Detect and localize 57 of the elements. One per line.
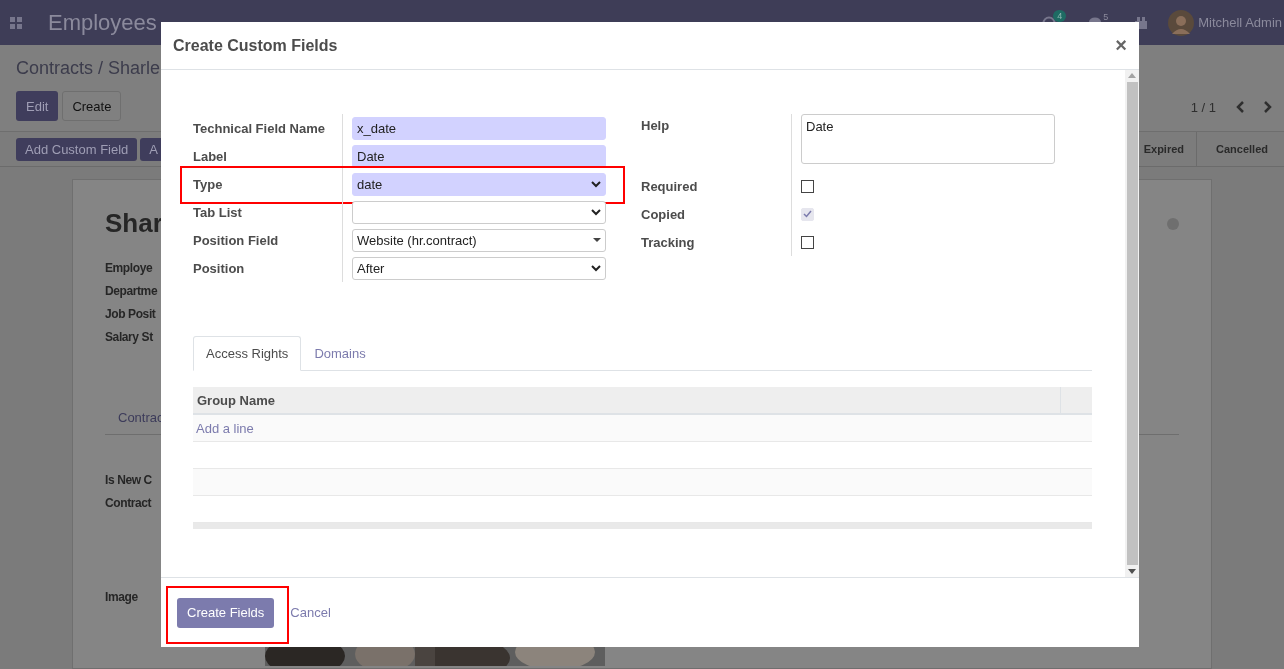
chevron-icon	[591, 180, 601, 188]
avatar-icon[interactable]	[1168, 9, 1195, 36]
field-label: Salary St	[105, 330, 153, 344]
cancel-link[interactable]: Cancel	[290, 605, 331, 620]
dialog-title: Create Custom Fields	[173, 36, 338, 55]
field-label: Is New C	[105, 473, 152, 487]
field-label: Label	[193, 148, 228, 164]
field-label: Tab List	[193, 204, 243, 220]
field-label: Help	[641, 117, 671, 133]
select-field[interactable]	[352, 200, 606, 224]
status-stage[interactable]: Cancelled	[1196, 132, 1280, 166]
field-label: Technical Field Name	[193, 120, 326, 136]
message-count: 5	[1102, 10, 1110, 23]
action-button[interactable]: Create	[62, 91, 122, 121]
field-label: Copied	[641, 206, 687, 222]
field-label: Tracking	[641, 234, 696, 250]
field-label: Employe	[105, 261, 153, 275]
next-icon[interactable]	[1264, 101, 1272, 113]
scroll-up-icon[interactable]	[1128, 73, 1136, 78]
activity-count-badge: 4	[1053, 9, 1067, 22]
user-name[interactable]: Mitchell Admin	[1198, 15, 1282, 30]
field-label: Image	[105, 590, 138, 604]
field-label: Position	[193, 260, 246, 276]
chevron-icon	[591, 208, 601, 216]
field-label: Type	[193, 176, 224, 192]
select-field[interactable]: Website (hr.contract)	[352, 228, 606, 252]
close-button[interactable]: ×	[1115, 34, 1127, 57]
text-field[interactable]: Date	[352, 144, 606, 168]
app-title[interactable]: Employees	[48, 9, 157, 36]
scrollbar[interactable]	[1125, 70, 1139, 577]
header-button[interactable]: Add Custom Field	[16, 137, 138, 161]
checkbox[interactable]	[801, 235, 814, 249]
pager-count: 1 / 1	[1190, 99, 1216, 115]
select-field[interactable]: After	[352, 256, 606, 280]
scroll-down-icon[interactable]	[1128, 569, 1136, 574]
previous-icon[interactable]	[1236, 101, 1244, 113]
field-label: Position Field	[193, 232, 280, 248]
action-button[interactable]: Edit	[16, 91, 59, 121]
breadcrumb: Contracts / Sharle	[16, 58, 161, 79]
apps-grid-icon[interactable]	[10, 16, 22, 29]
checkbox[interactable]	[801, 179, 814, 193]
record-title: Shar	[105, 208, 163, 239]
text-field[interactable]: x_date	[352, 116, 606, 140]
tab[interactable]: Domains	[301, 336, 379, 371]
tab[interactable]: Access Rights	[193, 336, 302, 371]
column-header: Group Name	[196, 392, 276, 408]
field-label: Departme	[105, 284, 158, 298]
field-label: Required	[641, 178, 699, 194]
add-line-link[interactable]: Add a line	[193, 420, 254, 436]
chevron-icon	[591, 264, 601, 272]
create-fields-button[interactable]: Create Fields	[177, 597, 275, 628]
field-label: Job Posit	[105, 307, 156, 321]
field-label: Contract	[105, 496, 152, 510]
select-field[interactable]: date	[352, 172, 606, 196]
help-textarea[interactable]: Date	[801, 114, 1055, 164]
caret-icon	[593, 238, 601, 242]
form-tab[interactable]: Contrac	[118, 410, 164, 425]
